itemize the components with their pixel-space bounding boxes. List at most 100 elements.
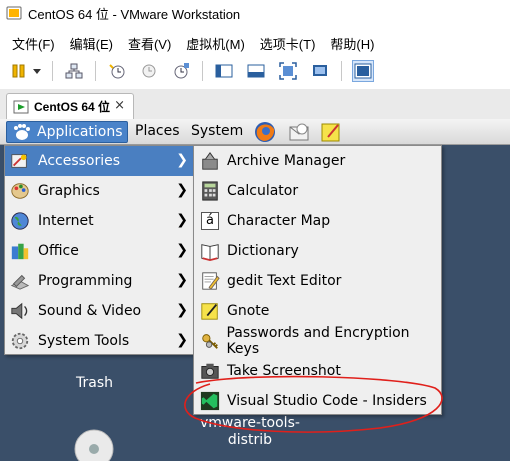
menu-item-label: Take Screenshot xyxy=(227,363,341,379)
places-menu[interactable]: Places xyxy=(135,123,180,139)
revert-snapshot-icon xyxy=(142,64,156,78)
menu-item-label: Gnote xyxy=(227,303,270,319)
fullscreen-button[interactable] xyxy=(277,60,299,82)
vm-tab-icon xyxy=(13,100,29,113)
applications-menu: Accessories ❯ Graphics ❯ Internet ❯ Offi… xyxy=(4,145,194,355)
internet-globe-icon xyxy=(11,212,29,230)
programming-icon xyxy=(10,274,30,290)
calculator-icon xyxy=(202,181,218,201)
menu-item-internet[interactable]: Internet ❯ xyxy=(5,206,193,236)
accessories-icon xyxy=(11,154,27,168)
menu-item-calculator[interactable]: Calculator xyxy=(194,176,441,206)
vmware-tools-label[interactable]: vmware-tools- distrib xyxy=(200,415,300,449)
menu-item-label: Accessories xyxy=(38,153,121,169)
snapshot-manager-button[interactable] xyxy=(170,60,192,82)
chevron-right-icon: ❯ xyxy=(176,182,188,198)
menu-edit[interactable]: 编辑(E) xyxy=(70,34,113,53)
sound-video-icon xyxy=(11,302,28,320)
menu-view[interactable]: 查看(V) xyxy=(128,34,171,53)
system-menu[interactable]: System xyxy=(191,123,243,139)
thumbnail-view-button[interactable] xyxy=(352,60,374,82)
chevron-right-icon: ❯ xyxy=(176,272,188,288)
menu-item-archive-manager[interactable]: Archive Manager xyxy=(194,146,441,176)
office-icon xyxy=(11,243,29,260)
thumbnail-view-icon xyxy=(354,63,372,79)
menu-file[interactable]: 文件(F) xyxy=(12,34,55,53)
menu-item-label: Internet xyxy=(38,213,94,229)
accessories-submenu: Archive Manager Calculator á Character M… xyxy=(193,145,442,415)
fullscreen-icon xyxy=(279,62,297,80)
tab-label: CentOS 64 位 xyxy=(34,100,111,114)
snapshot-manager-icon xyxy=(174,63,189,79)
menu-item-system-tools[interactable]: System Tools ❯ xyxy=(5,326,193,356)
gnome-top-panel: Applications Places System xyxy=(0,119,510,145)
menu-item-character-map[interactable]: á Character Map xyxy=(194,206,441,236)
menu-item-gedit[interactable]: gedit Text Editor xyxy=(194,266,441,296)
menu-item-graphics[interactable]: Graphics ❯ xyxy=(5,176,193,206)
firefox-icon[interactable] xyxy=(254,121,276,143)
menu-item-passwords[interactable]: Passwords and Encryption Keys xyxy=(194,325,441,357)
menu-item-accessories[interactable]: Accessories ❯ xyxy=(5,146,193,176)
gnome-foot-icon xyxy=(14,124,30,140)
menu-item-gnote[interactable]: Gnote xyxy=(194,296,441,326)
console-view-button[interactable] xyxy=(213,60,235,82)
menu-item-office[interactable]: Office ❯ xyxy=(5,236,193,266)
notes-icon[interactable] xyxy=(320,121,342,143)
menu-item-dictionary[interactable]: Dictionary xyxy=(194,236,441,266)
menu-item-label: gedit Text Editor xyxy=(227,273,342,289)
applications-label: Applications xyxy=(37,124,123,140)
menu-item-programming[interactable]: Programming ❯ xyxy=(5,266,193,296)
snapshot-icon xyxy=(109,64,125,79)
pause-icon xyxy=(12,64,25,78)
menu-item-label: Passwords and Encryption Keys xyxy=(226,325,410,357)
system-tools-icon xyxy=(11,332,29,350)
tab-centos[interactable]: CentOS 64 位 × xyxy=(6,93,134,119)
menu-item-label: Calculator xyxy=(227,183,299,199)
vmware-tools-disc-icon[interactable] xyxy=(74,427,114,461)
unity-button[interactable] xyxy=(309,60,331,82)
network-button[interactable] xyxy=(63,60,85,82)
toolbar-separator xyxy=(95,61,96,81)
quick-switch-button[interactable] xyxy=(245,60,267,82)
tab-strip: CentOS 64 位 × xyxy=(0,89,510,119)
window-title: CentOS 64 位 - VMware Workstation xyxy=(28,6,241,22)
trash-label[interactable]: Trash xyxy=(76,375,113,391)
email-icon[interactable] xyxy=(288,121,310,143)
quick-switch-icon xyxy=(247,64,265,78)
pause-button[interactable] xyxy=(8,60,30,82)
text-editor-icon xyxy=(202,272,220,290)
menu-item-take-screenshot[interactable]: Take Screenshot xyxy=(194,356,441,386)
menu-item-label: Programming xyxy=(38,273,133,289)
keys-icon xyxy=(201,334,218,349)
dictionary-icon xyxy=(201,244,219,261)
window-title-bar: CentOS 64 位 - VMware Workstation xyxy=(0,0,510,26)
applications-menu-button[interactable]: Applications xyxy=(6,121,128,143)
menu-item-label: Dictionary xyxy=(227,243,299,259)
character-map-icon: á xyxy=(201,212,219,230)
menu-item-label: Office xyxy=(38,243,79,259)
menu-item-label: Visual Studio Code - Insiders xyxy=(227,393,427,409)
menu-bar: 文件(F) 编辑(E) 查看(V) 虚拟机(M) 选项卡(T) 帮助(H) xyxy=(0,32,510,54)
vmware-app-icon xyxy=(6,6,22,20)
toolbar-separator xyxy=(52,61,53,81)
chevron-right-icon: ❯ xyxy=(176,242,188,258)
menu-vm[interactable]: 虚拟机(M) xyxy=(186,34,245,53)
vscode-insiders-icon xyxy=(200,391,220,411)
menu-help[interactable]: 帮助(H) xyxy=(330,34,374,53)
menu-item-label: Graphics xyxy=(38,183,100,199)
menu-item-sound-video[interactable]: Sound & Video ❯ xyxy=(5,296,193,326)
chevron-right-icon: ❯ xyxy=(176,302,188,318)
revert-snapshot-button[interactable] xyxy=(138,60,160,82)
menu-tabs[interactable]: 选项卡(T) xyxy=(260,34,316,53)
console-view-icon xyxy=(215,64,233,78)
chevron-right-icon: ❯ xyxy=(176,212,188,228)
menu-item-vscode-insiders[interactable]: Visual Studio Code - Insiders xyxy=(194,386,441,416)
gnote-icon xyxy=(201,303,218,320)
power-dropdown-button[interactable] xyxy=(32,60,42,82)
vmware-tools-label-line2: distrib xyxy=(227,432,272,448)
unity-icon xyxy=(313,65,327,76)
menu-item-label: Character Map xyxy=(227,213,331,229)
chevron-right-icon: ❯ xyxy=(176,152,188,168)
take-snapshot-button[interactable] xyxy=(106,60,128,82)
tab-close-button[interactable]: × xyxy=(114,98,125,113)
